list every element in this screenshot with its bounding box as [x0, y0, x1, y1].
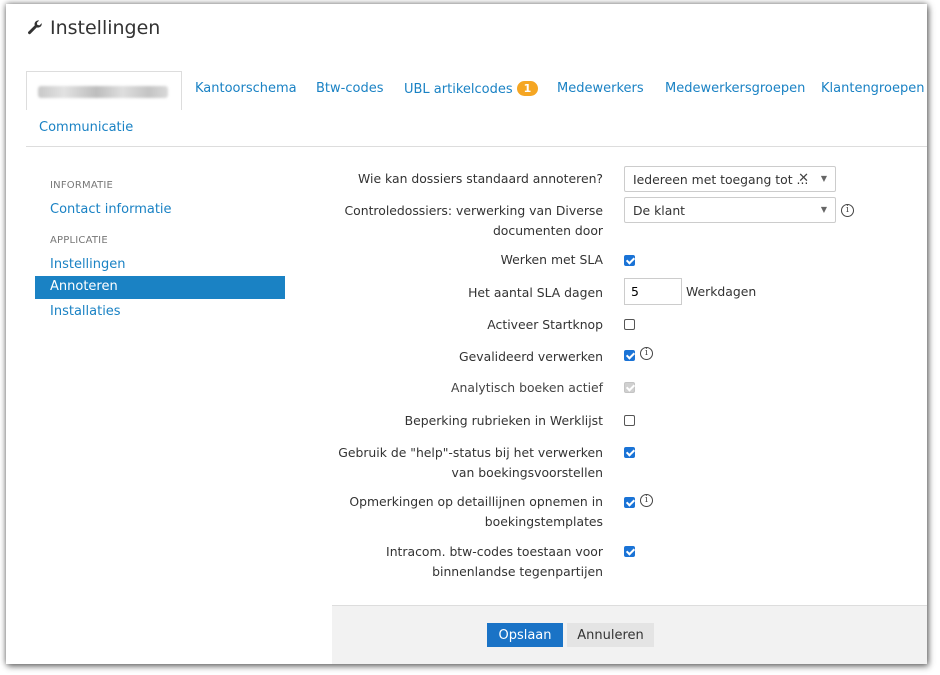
- label-intracom-line2: binnenlandse tegenpartijen: [432, 564, 603, 579]
- label-analytisch: Analytisch boeken actief: [451, 380, 603, 395]
- save-button[interactable]: Opslaan: [487, 623, 563, 647]
- sidebar-item-installaties[interactable]: Installaties: [50, 304, 121, 319]
- intracom-checkbox[interactable]: [624, 546, 635, 557]
- info-icon[interactable]: i: [640, 347, 653, 360]
- tab-active-blurred[interactable]: [26, 71, 182, 110]
- label-sla-days: Het aantal SLA dagen: [468, 285, 603, 300]
- analytisch-checkbox: [624, 382, 635, 393]
- tab-kantoorschema[interactable]: Kantoorschema: [195, 81, 297, 96]
- sidebar-item-instellingen[interactable]: Instellingen: [50, 257, 126, 272]
- sidebar-item-annoteren[interactable]: Annoteren: [35, 276, 285, 299]
- help-status-checkbox[interactable]: [624, 447, 635, 458]
- tab-klantengroepen[interactable]: Klantengroepen: [821, 81, 924, 96]
- tab-ubl-artikelcodes[interactable]: UBL artikelcodes 1: [404, 81, 539, 97]
- control-dossiers-select[interactable]: De klant ▼: [624, 197, 836, 223]
- gevalideerd-checkbox[interactable]: [624, 350, 635, 361]
- info-icon[interactable]: i: [640, 494, 653, 507]
- label-control-dossiers: Controledossiers: verwerking van Diverse…: [344, 201, 603, 241]
- label-sla: Werken met SLA: [500, 252, 603, 267]
- startknop-checkbox[interactable]: [624, 319, 635, 330]
- tabs-divider: [26, 146, 927, 147]
- page-title-text: Instellingen: [50, 17, 161, 39]
- control-dossiers-value: De klant: [633, 203, 686, 218]
- label-help-status-line1: Gebruik de "help"-status bij het verwerk…: [338, 445, 603, 460]
- label-startknop: Activeer Startknop: [487, 317, 603, 332]
- label-beperking: Beperking rubrieken in Werklijst: [404, 413, 603, 428]
- sla-checkbox[interactable]: [624, 255, 635, 266]
- label-opmerkingen: Opmerkingen op detaillijnen opnemen in b…: [349, 492, 603, 532]
- beperking-checkbox[interactable]: [624, 415, 635, 426]
- clear-icon[interactable]: ✕: [798, 171, 809, 186]
- label-opmerkingen-line2: boekingstemplates: [484, 514, 603, 529]
- info-icon[interactable]: i: [841, 204, 854, 217]
- cancel-button[interactable]: Annuleren: [567, 623, 654, 647]
- label-annotate-default: Wie kan dossiers standaard annoteren?: [358, 171, 603, 186]
- tab-communicatie[interactable]: Communicatie: [39, 120, 133, 135]
- chevron-down-icon[interactable]: ▼: [821, 205, 827, 214]
- sidebar-heading-applicatie: APPLICATIE: [50, 235, 108, 246]
- annotate-default-select[interactable]: Iedereen met toegang tot ... ✕ ▼: [624, 166, 836, 192]
- label-help-status: Gebruik de "help"-status bij het verwerk…: [338, 443, 603, 483]
- count-badge: 1: [516, 81, 539, 96]
- label-control-dossiers-line1: Controledossiers: verwerking van Diverse: [344, 203, 603, 218]
- tab-medewerkers[interactable]: Medewerkers: [557, 81, 644, 96]
- sidebar-item-contact-informatie[interactable]: Contact informatie: [50, 202, 172, 217]
- opmerkingen-checkbox[interactable]: [624, 497, 635, 508]
- label-control-dossiers-line2: documenten door: [492, 223, 603, 238]
- label-gevalideerd: Gevalideerd verwerken: [459, 349, 603, 364]
- annotate-default-value: Iedereen met toegang tot ...: [633, 172, 809, 187]
- label-help-status-line2: van boekingsvoorstellen: [451, 465, 603, 480]
- label-opmerkingen-line1: Opmerkingen op detaillijnen opnemen in: [349, 494, 603, 509]
- sla-days-suffix: Werkdagen: [686, 284, 757, 299]
- sidebar-heading-informatie: INFORMATIE: [50, 180, 114, 191]
- tab-medewerkersgroepen[interactable]: Medewerkersgroepen: [665, 81, 805, 96]
- label-intracom-line1: Intracom. btw-codes toestaan voor: [386, 544, 603, 559]
- chevron-down-icon[interactable]: ▼: [821, 174, 827, 183]
- sla-days-input[interactable]: [624, 278, 682, 305]
- blurred-tab-label: [38, 86, 168, 98]
- tab-ubl-label: UBL artikelcodes: [404, 82, 513, 97]
- tab-btw-codes[interactable]: Btw-codes: [316, 81, 383, 96]
- wrench-icon: [28, 20, 42, 35]
- page-title: Instellingen: [26, 17, 160, 39]
- sidebar-item-annoteren-label: Annoteren: [50, 279, 118, 294]
- label-intracom: Intracom. btw-codes toestaan voor binnen…: [386, 542, 603, 582]
- settings-window: Instellingen Kantoorschema Btw-codes UBL…: [6, 4, 927, 664]
